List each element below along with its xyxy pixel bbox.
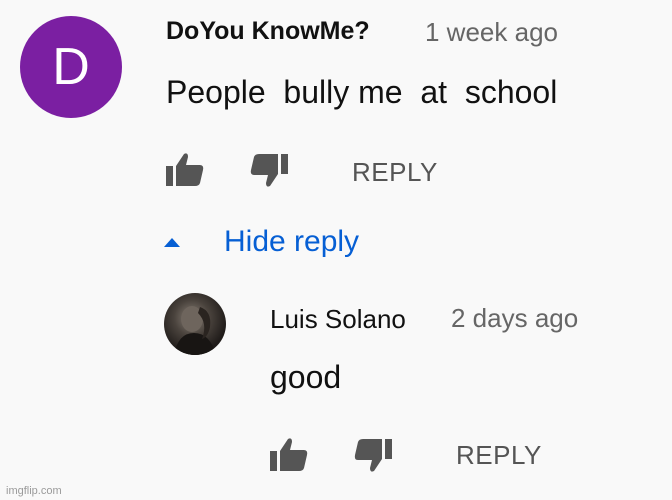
person-photo-icon [174,306,216,355]
reply-reply-button[interactable]: REPLY [456,440,542,471]
hide-replies-toggle[interactable]: Hide reply [162,222,359,262]
watermark: imgflip.com [6,485,62,497]
reply-like-icon[interactable] [268,437,310,473]
like-icon[interactable] [164,152,206,188]
comment-author[interactable]: DoYou KnowMe? [166,17,370,46]
comment-timestamp[interactable]: 1 week ago [425,17,558,48]
reply-dislike-icon[interactable] [352,437,394,473]
reply-button[interactable]: REPLY [352,157,438,188]
reply-timestamp[interactable]: 2 days ago [451,303,578,334]
reply-avatar[interactable] [164,293,226,355]
caret-up-icon [164,237,180,247]
reply-author[interactable]: Luis Solano [270,304,406,335]
hide-replies-label: Hide reply [224,225,360,258]
avatar-letter: D [52,38,90,96]
dislike-icon[interactable] [248,152,290,188]
comment-text: People bully me at school [166,74,558,110]
avatar[interactable]: D [20,16,122,118]
reply-text: good [270,359,342,395]
